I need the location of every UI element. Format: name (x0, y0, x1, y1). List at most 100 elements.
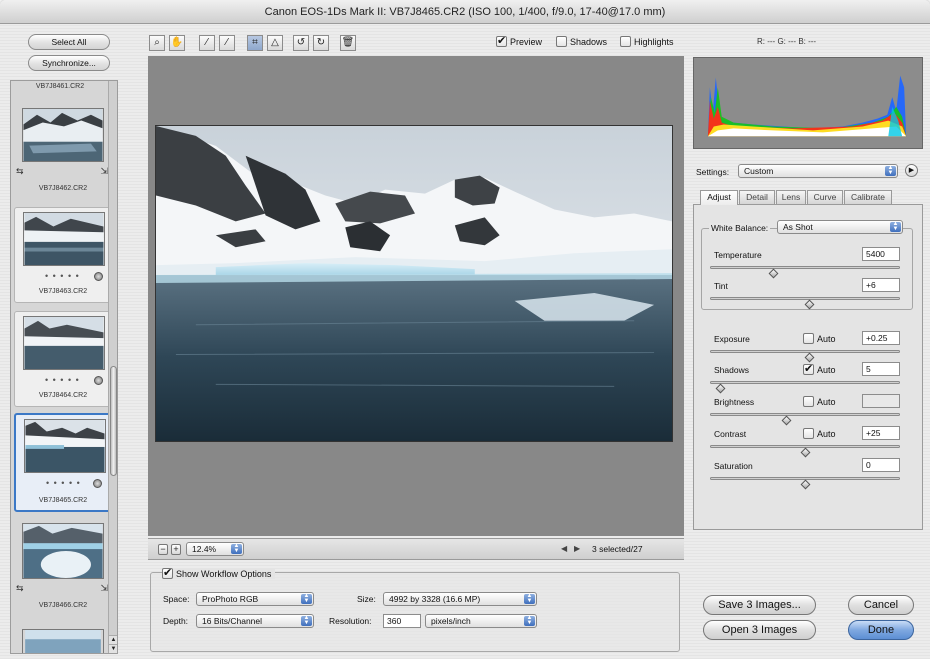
thumbnail-item[interactable]: ⇆ ⇲ VB7J8466.CR2 (14, 519, 112, 615)
tab-calibrate[interactable]: Calibrate (844, 190, 892, 204)
hand-tool[interactable]: ✋ (169, 35, 185, 51)
open-images-button[interactable]: Open 3 Images (703, 620, 816, 640)
thumbnail-item[interactable]: • • • • • VB7J8464.CR2 (14, 311, 112, 407)
slider-value-input[interactable]: +6 (862, 278, 900, 292)
thumbnail-item[interactable]: ⇆ ⇲ VB7J8462.CR2 (14, 103, 112, 201)
resolution-unit-select[interactable]: pixels/inch ▲ ▼ (425, 614, 537, 628)
slider-track[interactable] (710, 350, 900, 353)
auto-checkbox[interactable]: Auto (803, 428, 836, 439)
auto-check-icon[interactable] (803, 333, 814, 344)
depth-value: 16 Bits/Channel (202, 616, 263, 626)
thumbnail-item-current[interactable]: • • • • • VB7J8465.CR2 (14, 413, 112, 512)
slider-value-input[interactable]: +0.25 (862, 331, 900, 345)
slider-label: Saturation (714, 461, 753, 471)
tab-curve[interactable]: Curve (807, 190, 843, 204)
popup-arrows-icon: ▲ ▼ (231, 543, 242, 554)
select-all-button[interactable]: Select All (28, 34, 110, 50)
slider-value-input[interactable]: 5 (862, 362, 900, 376)
eyedropper-icon: ⁄ (206, 37, 208, 48)
window-title: Canon EOS-1Ds Mark II: VB7J8465.CR2 (ISO… (0, 0, 930, 24)
auto-checkbox[interactable]: Auto (803, 333, 836, 344)
size-select[interactable]: 4992 by 3328 (16.6 MP) ▲ ▼ (383, 592, 537, 606)
color-sampler-tool[interactable]: ⁄ (219, 35, 235, 51)
shadows-label: Shadows (570, 36, 608, 47)
done-button[interactable]: Done (848, 620, 914, 640)
auto-label: Auto (817, 396, 836, 407)
slider-track[interactable] (710, 381, 900, 384)
auto-checkbox[interactable]: Auto (803, 396, 836, 407)
size-label: Size: (357, 594, 376, 604)
popup-arrows-icon: ▲ ▼ (890, 221, 901, 232)
scroll-down-arrow[interactable]: ▼ (109, 644, 117, 653)
preview-image[interactable] (155, 125, 673, 442)
rating-stars[interactable]: • • • • • (45, 271, 80, 281)
size-value: 4992 by 3328 (16.6 MP) (389, 594, 481, 604)
rotate-flag-icon: ⇆ (16, 166, 24, 176)
rotate-right-icon: ↻ (316, 37, 326, 48)
thumbnail-item[interactable]: • • • • • VB7J8463.CR2 (14, 207, 112, 303)
show-workflow-checkbox[interactable]: ✔ Show Workflow Options (162, 568, 276, 579)
preview-check-icon[interactable]: ✔ (496, 36, 507, 47)
resolution-input[interactable]: 360 (383, 614, 421, 628)
thumbnail-name-partial: VB7J8461.CR2 (35, 83, 85, 90)
trash-button[interactable]: 🗑 (340, 35, 356, 51)
next-image-button[interactable]: ▶ (574, 544, 580, 553)
zoom-in-button[interactable]: + (171, 544, 181, 555)
preview-checkbox[interactable]: ✔ Preview (496, 36, 542, 47)
highlights-checkbox[interactable]: Highlights (620, 36, 674, 47)
highlights-check-icon[interactable] (620, 36, 631, 47)
filmstrip[interactable]: VB7J8461.CR2 ⇆ ⇲ VB7J8462.CR2 • • • • • … (10, 80, 118, 654)
tab-detail[interactable]: Detail (739, 190, 775, 204)
tab-adjust[interactable]: Adjust (700, 190, 738, 205)
slider-value-input[interactable]: 0 (862, 458, 900, 472)
auto-check-icon[interactable]: ✔ (803, 364, 814, 375)
thumbnail-image-partial[interactable] (22, 629, 104, 654)
rating-stars[interactable]: • • • • • (46, 478, 81, 488)
zoom-tool[interactable]: ⌕ (149, 35, 165, 51)
slider-track[interactable] (710, 297, 900, 300)
synchronize-button[interactable]: Synchronize... (28, 55, 110, 71)
color-sampler-icon: ⁄ (226, 37, 228, 48)
zoom-bar: − + 12.4% ▲ ▼ ◀ ▶ 3 selected/27 (148, 538, 684, 560)
rating-stars[interactable]: • • • • • (45, 375, 80, 385)
crop-tool[interactable]: ⌗ (247, 35, 263, 51)
thumbnail-image (23, 316, 105, 370)
auto-check-icon[interactable] (803, 428, 814, 439)
cancel-button[interactable]: Cancel (848, 595, 914, 615)
auto-check-icon[interactable] (803, 396, 814, 407)
zoom-out-button[interactable]: − (158, 544, 168, 555)
white-balance-select[interactable]: As Shot ▲ ▼ (777, 220, 903, 234)
rotate-left-button[interactable]: ↺ (293, 35, 309, 51)
prev-image-button[interactable]: ◀ (561, 544, 567, 553)
depth-select[interactable]: 16 Bits/Channel ▲ ▼ (196, 614, 314, 628)
highlights-label: Highlights (634, 36, 674, 47)
tab-lens[interactable]: Lens (776, 190, 806, 204)
space-select[interactable]: ProPhoto RGB ▲ ▼ (196, 592, 314, 606)
filmstrip-scrollbar[interactable]: ▲ ▼ (108, 81, 117, 653)
zoom-level-select[interactable]: 12.4% ▲ ▼ (186, 542, 244, 556)
white-balance-tool[interactable]: ⁄ (199, 35, 215, 51)
shadows-checkbox[interactable]: Shadows (556, 36, 607, 47)
white-balance-value: As Shot (783, 222, 813, 232)
thumbnail-image (24, 419, 106, 473)
badge-icon (94, 376, 103, 385)
slider-value-input[interactable] (862, 394, 900, 408)
scroll-up-arrow[interactable]: ▲ (109, 635, 117, 644)
thumbnail-image (22, 108, 104, 162)
auto-checkbox[interactable]: ✔ Auto (803, 364, 836, 375)
slider-value-input[interactable]: +25 (862, 426, 900, 440)
slider-value-input[interactable]: 5400 (862, 247, 900, 261)
slider-track[interactable] (710, 266, 900, 269)
straighten-tool[interactable]: △ (267, 35, 283, 51)
save-images-button[interactable]: Save 3 Images... (703, 595, 816, 615)
rotate-right-button[interactable]: ↻ (313, 35, 329, 51)
slider-track[interactable] (710, 413, 900, 416)
show-workflow-check-icon[interactable]: ✔ (162, 568, 173, 579)
shadows-check-icon[interactable] (556, 36, 567, 47)
settings-select[interactable]: Custom ▲ ▼ (738, 164, 898, 178)
settings-menu-button[interactable]: ▶ (905, 164, 918, 177)
adjust-flag-icon: ⇲ (100, 583, 108, 593)
scrollbar-thumb[interactable] (110, 366, 117, 476)
space-value: ProPhoto RGB (202, 594, 259, 604)
preview-label: Preview (510, 36, 543, 47)
